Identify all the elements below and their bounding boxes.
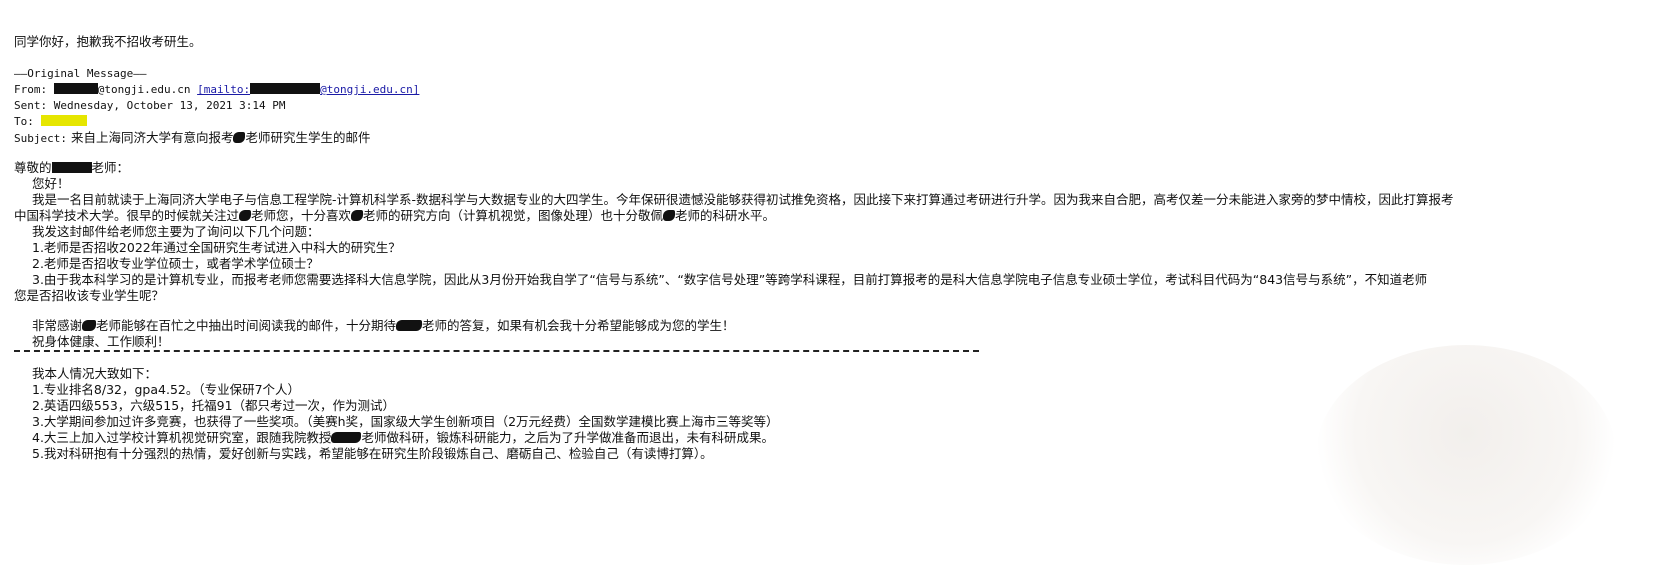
profile-item-1: 1.专业排名8/32，gpa4.52。（专业保研7个人） [32,382,301,397]
sent-label: Sent: [14,99,48,112]
redacted-name [239,210,252,221]
paragraph-2: 我发这封邮件给老师您主要为了询问以下几个问题： [32,224,320,239]
question-2: 2.老师是否招收专业学位硕士，或者学术学位硕士？ [32,256,319,271]
redacted-name [233,132,246,143]
original-message-divider: ——Original Message—— [14,67,147,80]
salutation-prefix: 尊敬的 [14,160,52,175]
sent-value: Wednesday, October 13, 2021 3:14 PM [53,99,286,112]
salutation-suffix: 老师： [91,160,130,175]
salutation: 尊敬的 老师： [14,160,129,176]
question-3-line-2: 您是否招收该专业学生呢？ [14,288,165,303]
redacted-name [331,432,362,443]
redacted-name [396,320,423,331]
greeting: 您好！ [32,176,70,191]
subject-part2: 老师研究生学生的邮件 [245,130,371,145]
email-view: 同学你好，抱歉我不招收考研生。 ——Original Message—— Fro… [14,0,1656,505]
from-value: @tongji.edu.cn [97,83,191,96]
profile-intro: 我本人情况大致如下： [32,366,158,381]
from-label: From: [14,83,48,96]
from-line: From: @tongji.edu.cn [mailto: @tongji.edu… [14,82,419,98]
to-line: To: [14,114,87,130]
profile-item-2: 2.英语四级553，六级515，托福91（都只考过一次，作为测试） [32,398,396,413]
redacted-name [51,162,92,173]
dashed-separator [14,350,979,352]
redacted-name [82,320,97,331]
thanks-line: 非常感谢 老师能够在百忙之中抽出时间阅读我的邮件，十分期待 老师的答复，如果有机会我… [32,318,735,333]
reply-text: 同学你好，抱歉我不招收考研生。 [14,34,202,49]
question-3-line-1: 3.由于我本科学习的是计算机专业，而报考老师您需要选择科大信息学院，因此从3月份… [32,272,1428,287]
redacted-name [663,210,676,221]
subject-label: Subject: [14,132,67,145]
paragraph-1-line-2: 中国科学技术大学。很早的时候就关注过 老师您，十分喜欢 老师的研究方向（计算机视觉，… [14,208,776,223]
subject-part1: 来自上海同济大学有意向报考 [70,130,234,145]
profile-item-4: 4.大三上加入过学校计算机视觉研究室，跟随我院教授 老师做科研，锻炼科研能力，之后… [32,430,774,445]
paragraph-1-line-1: 我是一名目前就读于上海同济大学电子与信息工程学院-计算机科学系-数据科学与大数据… [32,192,1454,207]
profile-item-3: 3.大学期间参加过许多竞赛，也获得了一些奖项。（美赛h奖，国家级大学生创新项目（… [32,414,779,429]
profile-item-5: 5.我对科研抱有十分强烈的热情，爱好创新与实践，希望能够在研究生阶段锻炼自己、磨… [32,446,713,461]
closing-line: 祝身体健康、工作顺利！ [32,334,170,349]
subject-line: Subject: 来自上海同济大学有意向报考 老师研究生学生的邮件 [14,130,371,147]
sent-line: Sent: Wednesday, October 13, 2021 3:14 P… [14,98,286,114]
question-1: 1.老师是否招收2022年通过全国研究生考试进入中科大的研究生？ [32,240,401,255]
mailto-link[interactable]: [mailto: @tongji.edu.cn] [197,83,419,96]
redacted-recipient [40,115,87,126]
redacted-name [351,210,364,221]
redacted-block [53,83,98,94]
to-label: To: [14,115,34,128]
